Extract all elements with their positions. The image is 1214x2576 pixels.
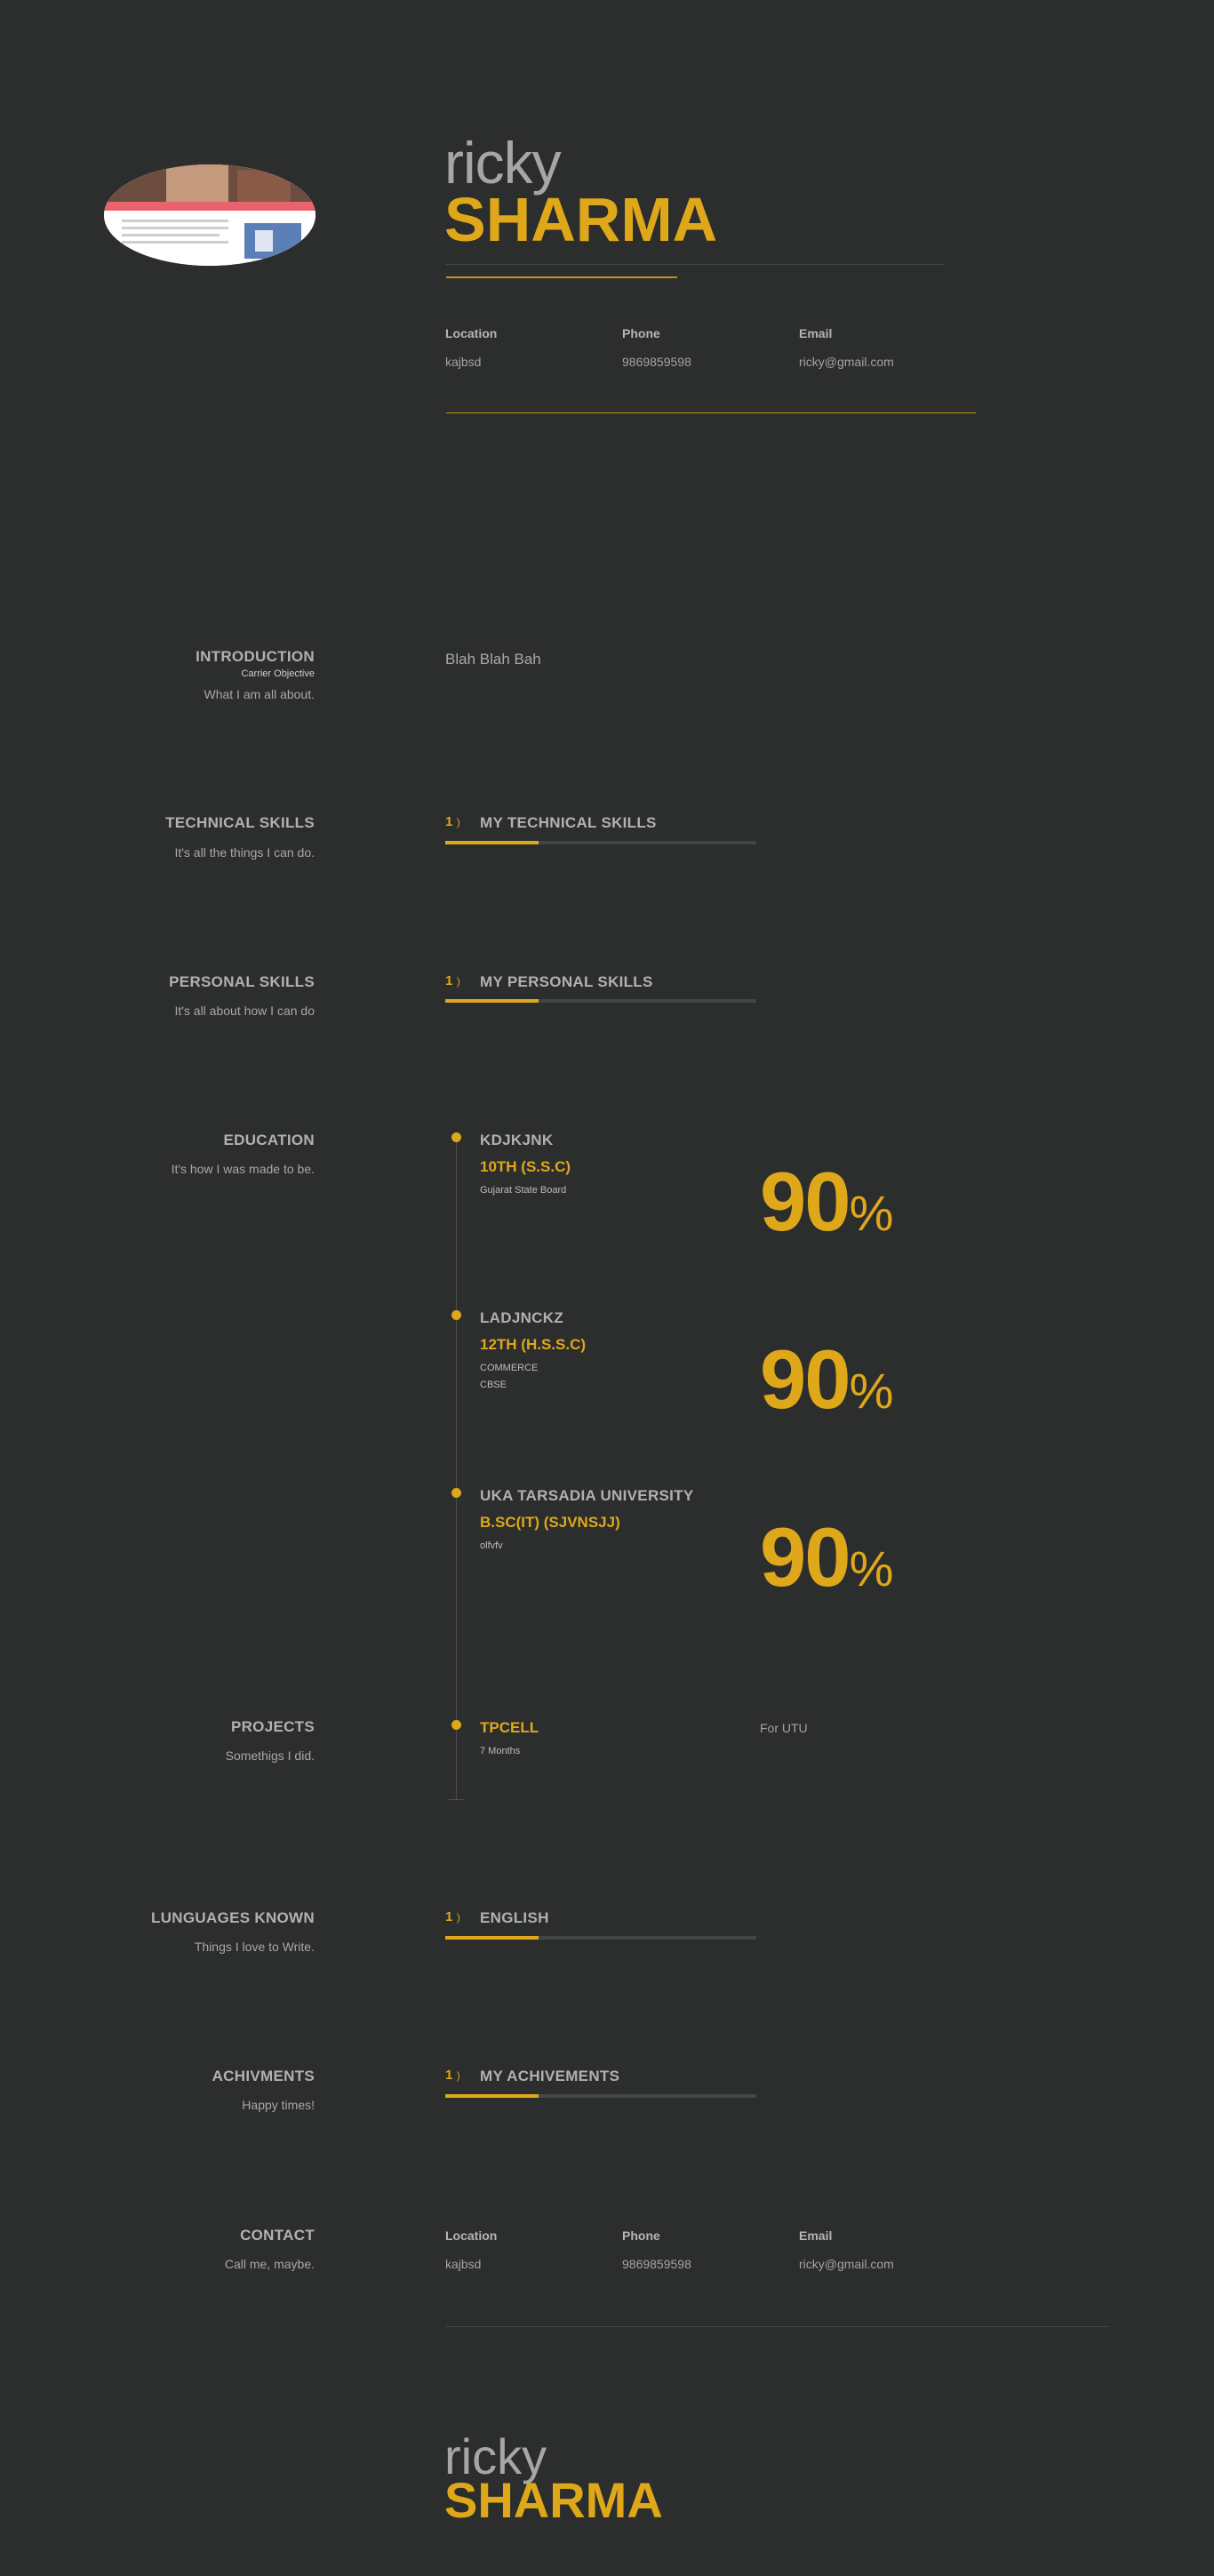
header-last-name: SHARMA bbox=[444, 185, 718, 254]
timeline-dot bbox=[451, 1132, 461, 1142]
header-email-label: Email bbox=[799, 326, 833, 340]
personal-skills-subtitle: It's all about how I can do bbox=[174, 1004, 315, 1018]
score-value: 90 bbox=[760, 1155, 851, 1248]
skill-number: 1 bbox=[445, 973, 453, 988]
header-location-value: kajbsd bbox=[445, 355, 482, 369]
education-school: KDJKJNK bbox=[480, 1132, 554, 1148]
education-detail: CBSE bbox=[480, 1380, 507, 1390]
skill-name: MY PERSONAL SKILLS bbox=[480, 973, 653, 990]
timeline-line bbox=[456, 1140, 457, 1800]
skill-paren: ) bbox=[456, 2069, 460, 2082]
skill-paren: ) bbox=[456, 1911, 460, 1924]
score-value: 90 bbox=[760, 1510, 851, 1604]
languages-title: LUNGUAGES KNOWN bbox=[151, 1909, 315, 1926]
header-accent-line bbox=[446, 276, 677, 278]
skill-name: MY TECHNICAL SKILLS bbox=[480, 814, 657, 831]
score-value: 90 bbox=[760, 1332, 851, 1426]
header-bottom-line bbox=[446, 412, 976, 413]
skill-bar-fill bbox=[445, 2094, 539, 2098]
personal-skills-title: PERSONAL SKILLS bbox=[169, 973, 315, 990]
timeline-end bbox=[449, 1799, 464, 1800]
contact-phone-value[interactable]: 9869859598 bbox=[622, 2257, 691, 2271]
score-unit: % bbox=[849, 1363, 894, 1419]
education-detail: COMMERCE bbox=[480, 1363, 539, 1373]
education-degree: 10TH (S.S.C) bbox=[480, 1158, 571, 1175]
section-separator bbox=[0, 2002, 1214, 2003]
profile-photo bbox=[104, 164, 315, 266]
technical-skills-subtitle: It's all the things I can do. bbox=[174, 845, 315, 860]
education-detail: Gujarat State Board bbox=[480, 1185, 567, 1196]
section-separator bbox=[0, 2162, 1214, 2163]
achievements-title: ACHIVMENTS bbox=[212, 2068, 315, 2084]
section-separator bbox=[0, 1842, 1214, 1843]
section-separator bbox=[0, 748, 1214, 749]
skill-bar-fill bbox=[445, 1936, 539, 1940]
about-us-thumbnail bbox=[104, 164, 315, 266]
skill-bar-track bbox=[445, 999, 756, 1003]
achievement-name: MY ACHIVEMENTS bbox=[480, 2068, 620, 2084]
section-separator bbox=[0, 587, 1214, 588]
skill-row: 1 ) bbox=[445, 973, 460, 989]
education-school: LADJNCKZ bbox=[480, 1309, 564, 1326]
section-separator bbox=[0, 1067, 1214, 1068]
header-email-value[interactable]: ricky@gmail.com bbox=[799, 355, 894, 369]
project-description: For UTU bbox=[760, 1721, 808, 1735]
contact-subtitle: Call me, maybe. bbox=[224, 2257, 315, 2271]
skill-row: 1 ) bbox=[445, 2068, 460, 2084]
projects-subtitle: Somethigs I did. bbox=[225, 1748, 315, 1763]
skill-number: 1 bbox=[445, 1909, 453, 1924]
education-score: 90% bbox=[760, 1509, 893, 1605]
introduction-text: Blah Blah Bah bbox=[445, 651, 541, 668]
header-first-name: ricky bbox=[444, 130, 562, 196]
timeline-dot bbox=[451, 1310, 461, 1320]
languages-subtitle: Things I love to Write. bbox=[194, 1940, 315, 1954]
skill-number: 1 bbox=[445, 2068, 453, 2083]
skill-paren: ) bbox=[456, 816, 460, 828]
projects-title: PROJECTS bbox=[230, 1718, 315, 1735]
contact-email-label: Email bbox=[799, 2228, 833, 2243]
footer-divider bbox=[446, 2326, 1109, 2327]
education-subtitle: It's how I was made to be. bbox=[171, 1162, 315, 1176]
header-divider bbox=[446, 264, 944, 265]
score-unit: % bbox=[849, 1540, 894, 1596]
section-separator bbox=[0, 908, 1214, 909]
education-score: 90% bbox=[760, 1154, 893, 1250]
resume-page: ricky SHARMA Location kajbsd Phone 98698… bbox=[0, 0, 1214, 2576]
timeline-dot bbox=[451, 1720, 461, 1730]
header-phone-value[interactable]: 9869859598 bbox=[622, 355, 691, 369]
contact-location-label: Location bbox=[445, 2228, 498, 2243]
contact-title: CONTACT bbox=[240, 2227, 315, 2244]
education-score: 90% bbox=[760, 1332, 893, 1428]
skill-row: 1 ) bbox=[445, 1909, 460, 1925]
skill-paren: ) bbox=[456, 975, 460, 988]
skill-bar-fill bbox=[445, 999, 539, 1003]
education-title: EDUCATION bbox=[223, 1132, 315, 1148]
education-detail: olfvfv bbox=[480, 1540, 503, 1551]
skill-bar-track bbox=[445, 2094, 756, 2098]
skill-number: 1 bbox=[445, 814, 453, 829]
header-phone-label: Phone bbox=[622, 326, 660, 340]
technical-skills-title: TECHNICAL SKILLS bbox=[165, 814, 315, 831]
introduction-title: INTRODUCTION bbox=[196, 648, 315, 665]
skill-bar-fill bbox=[445, 841, 539, 844]
contact-location-value: kajbsd bbox=[445, 2257, 482, 2271]
skill-row: 1 ) bbox=[445, 814, 460, 830]
introduction-small: Carrier Objective bbox=[241, 668, 315, 679]
introduction-subtitle: What I am all about. bbox=[204, 687, 315, 701]
education-degree: B.SC(IT) (SJVNSJJ) bbox=[480, 1514, 620, 1531]
header-location-label: Location bbox=[445, 326, 498, 340]
skill-bar-track bbox=[445, 841, 756, 844]
score-unit: % bbox=[849, 1185, 894, 1241]
timeline-dot bbox=[451, 1488, 461, 1498]
contact-phone-label: Phone bbox=[622, 2228, 660, 2243]
contact-email-value[interactable]: ricky@gmail.com bbox=[799, 2257, 894, 2271]
footer-last-name: SHARMA bbox=[444, 2472, 663, 2528]
education-school: UKA TARSADIA UNIVERSITY bbox=[480, 1487, 694, 1504]
project-detail: 7 Months bbox=[480, 1746, 521, 1756]
achievements-subtitle: Happy times! bbox=[242, 2098, 315, 2112]
education-degree: 12TH (H.S.S.C) bbox=[480, 1336, 587, 1353]
skill-bar-track bbox=[445, 1936, 756, 1940]
language-name: ENGLISH bbox=[480, 1909, 549, 1926]
project-name: TPCELL bbox=[480, 1719, 539, 1736]
